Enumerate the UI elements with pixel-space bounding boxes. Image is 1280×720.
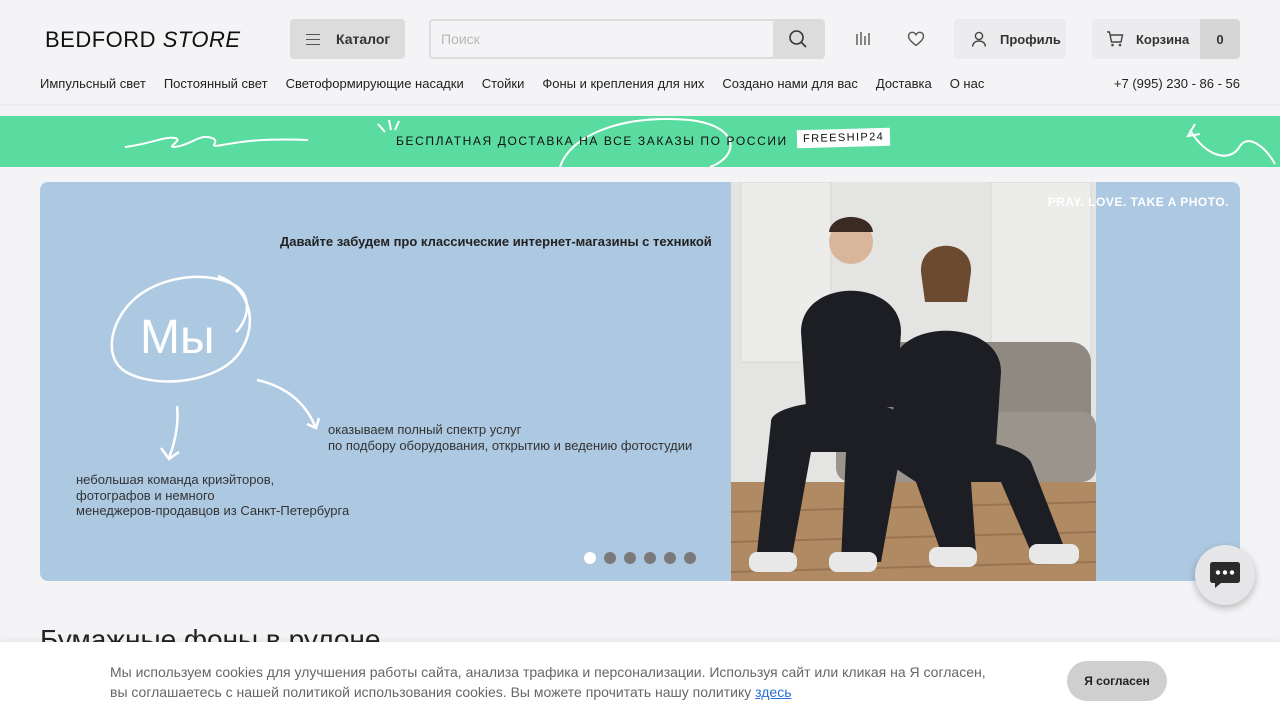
promo-banner[interactable]: БЕСПЛАТНАЯ ДОСТАВКА НА ВСЕ ЗАКАЗЫ ПО РОС… — [0, 116, 1280, 167]
we-heading: Мы — [140, 311, 215, 364]
logo-main: BEDFORD — [45, 27, 157, 52]
favorites-button[interactable] — [905, 28, 927, 50]
cart-button[interactable]: Корзина 0 — [1092, 19, 1240, 59]
compare-button[interactable] — [852, 28, 874, 50]
team-line: менеджеров-продавцов из Санкт-Петербурга — [76, 503, 350, 518]
chat-icon — [1210, 562, 1240, 588]
cookie-text-line2: вы соглашаетесь с нашей политикой исполь… — [110, 684, 756, 700]
profile-button[interactable]: Профиль — [954, 19, 1066, 59]
nav-item-about[interactable]: О нас — [950, 76, 985, 91]
heart-icon — [907, 31, 925, 47]
slider-dot[interactable] — [624, 552, 636, 564]
nav-item-made-by-us[interactable]: Создано нами для вас — [722, 76, 858, 91]
catalog-label: Каталог — [336, 31, 391, 47]
services-line: по подбору оборудования, открытию и веде… — [328, 438, 693, 453]
team-line: небольшая команда криэйторов, — [76, 472, 275, 487]
compare-icon — [856, 32, 870, 45]
slider-dot[interactable] — [604, 552, 616, 564]
cart-icon — [1107, 31, 1124, 47]
slider-dots — [584, 552, 696, 564]
search-button[interactable] — [773, 21, 823, 57]
cookie-accept-button[interactable]: Я согласен — [1067, 661, 1167, 701]
hero-banner[interactable]: Давайте забудем про классические интерне… — [40, 182, 1240, 581]
team-text: небольшая команда криэйторов, фотографов… — [76, 472, 349, 519]
cookie-policy-link[interactable]: здесь — [755, 684, 791, 700]
search-input[interactable] — [431, 21, 773, 57]
services-line: оказываем полный спектр услуг — [328, 422, 522, 437]
user-icon — [971, 31, 987, 47]
arrow-down-decoration — [159, 405, 180, 461]
nav-item-light-modifiers[interactable]: Светоформирующие насадки — [286, 76, 464, 91]
banner-heading: Давайте забудем про классические интерне… — [280, 234, 712, 249]
slider-dot[interactable] — [584, 552, 596, 564]
cookie-banner: Мы используем cookies для улучшения рабо… — [0, 642, 1280, 720]
phone-link[interactable]: +7 (995) 230 - 86 - 56 — [1114, 76, 1240, 91]
team-photo — [731, 182, 1096, 581]
logo-italic: STORE — [162, 27, 241, 52]
nav-item-pulse-light[interactable]: Импульсный свет — [40, 76, 146, 91]
profile-label: Профиль — [1000, 31, 1061, 47]
promo-text: БЕСПЛАТНАЯ ДОСТАВКА НА ВСЕ ЗАКАЗЫ ПО РОС… — [396, 134, 788, 148]
main-nav: Импульсный свет Постоянный свет Светофор… — [40, 76, 984, 91]
cookie-text-line1: Мы используем cookies для улучшения рабо… — [110, 664, 986, 680]
search-bar — [429, 19, 825, 59]
tagline: PRAY. LOVE. TAKE A PHOTO. — [1047, 195, 1229, 209]
header-divider — [0, 104, 1280, 106]
slider-dot[interactable] — [664, 552, 676, 564]
nav-item-delivery[interactable]: Доставка — [876, 76, 932, 91]
arrow-right-decoration — [256, 378, 321, 430]
site-header: BEDFORD STORE Каталог Профиль Корзина 0 … — [0, 0, 1280, 106]
chat-button[interactable] — [1195, 545, 1255, 605]
slider-dot[interactable] — [644, 552, 656, 564]
cookie-text: Мы используем cookies для улучшения рабо… — [110, 662, 1050, 702]
photo-illustration — [731, 182, 1096, 581]
promo-code: FREESHIP24 — [796, 127, 891, 149]
cart-count-badge: 0 — [1200, 19, 1240, 59]
search-icon — [789, 30, 807, 48]
services-text: оказываем полный спектр услуг по подбору… — [328, 422, 692, 454]
nav-item-stands[interactable]: Стойки — [482, 76, 525, 91]
logo[interactable]: BEDFORD STORE — [45, 27, 241, 53]
slider-dot[interactable] — [684, 552, 696, 564]
nav-item-backgrounds[interactable]: Фоны и крепления для них — [542, 76, 704, 91]
cart-label: Корзина — [1136, 31, 1190, 47]
catalog-button[interactable]: Каталог — [290, 19, 405, 59]
nav-item-constant-light[interactable]: Постоянный свет — [164, 76, 268, 91]
menu-icon — [306, 33, 320, 46]
team-line: фотографов и немного — [76, 487, 215, 503]
